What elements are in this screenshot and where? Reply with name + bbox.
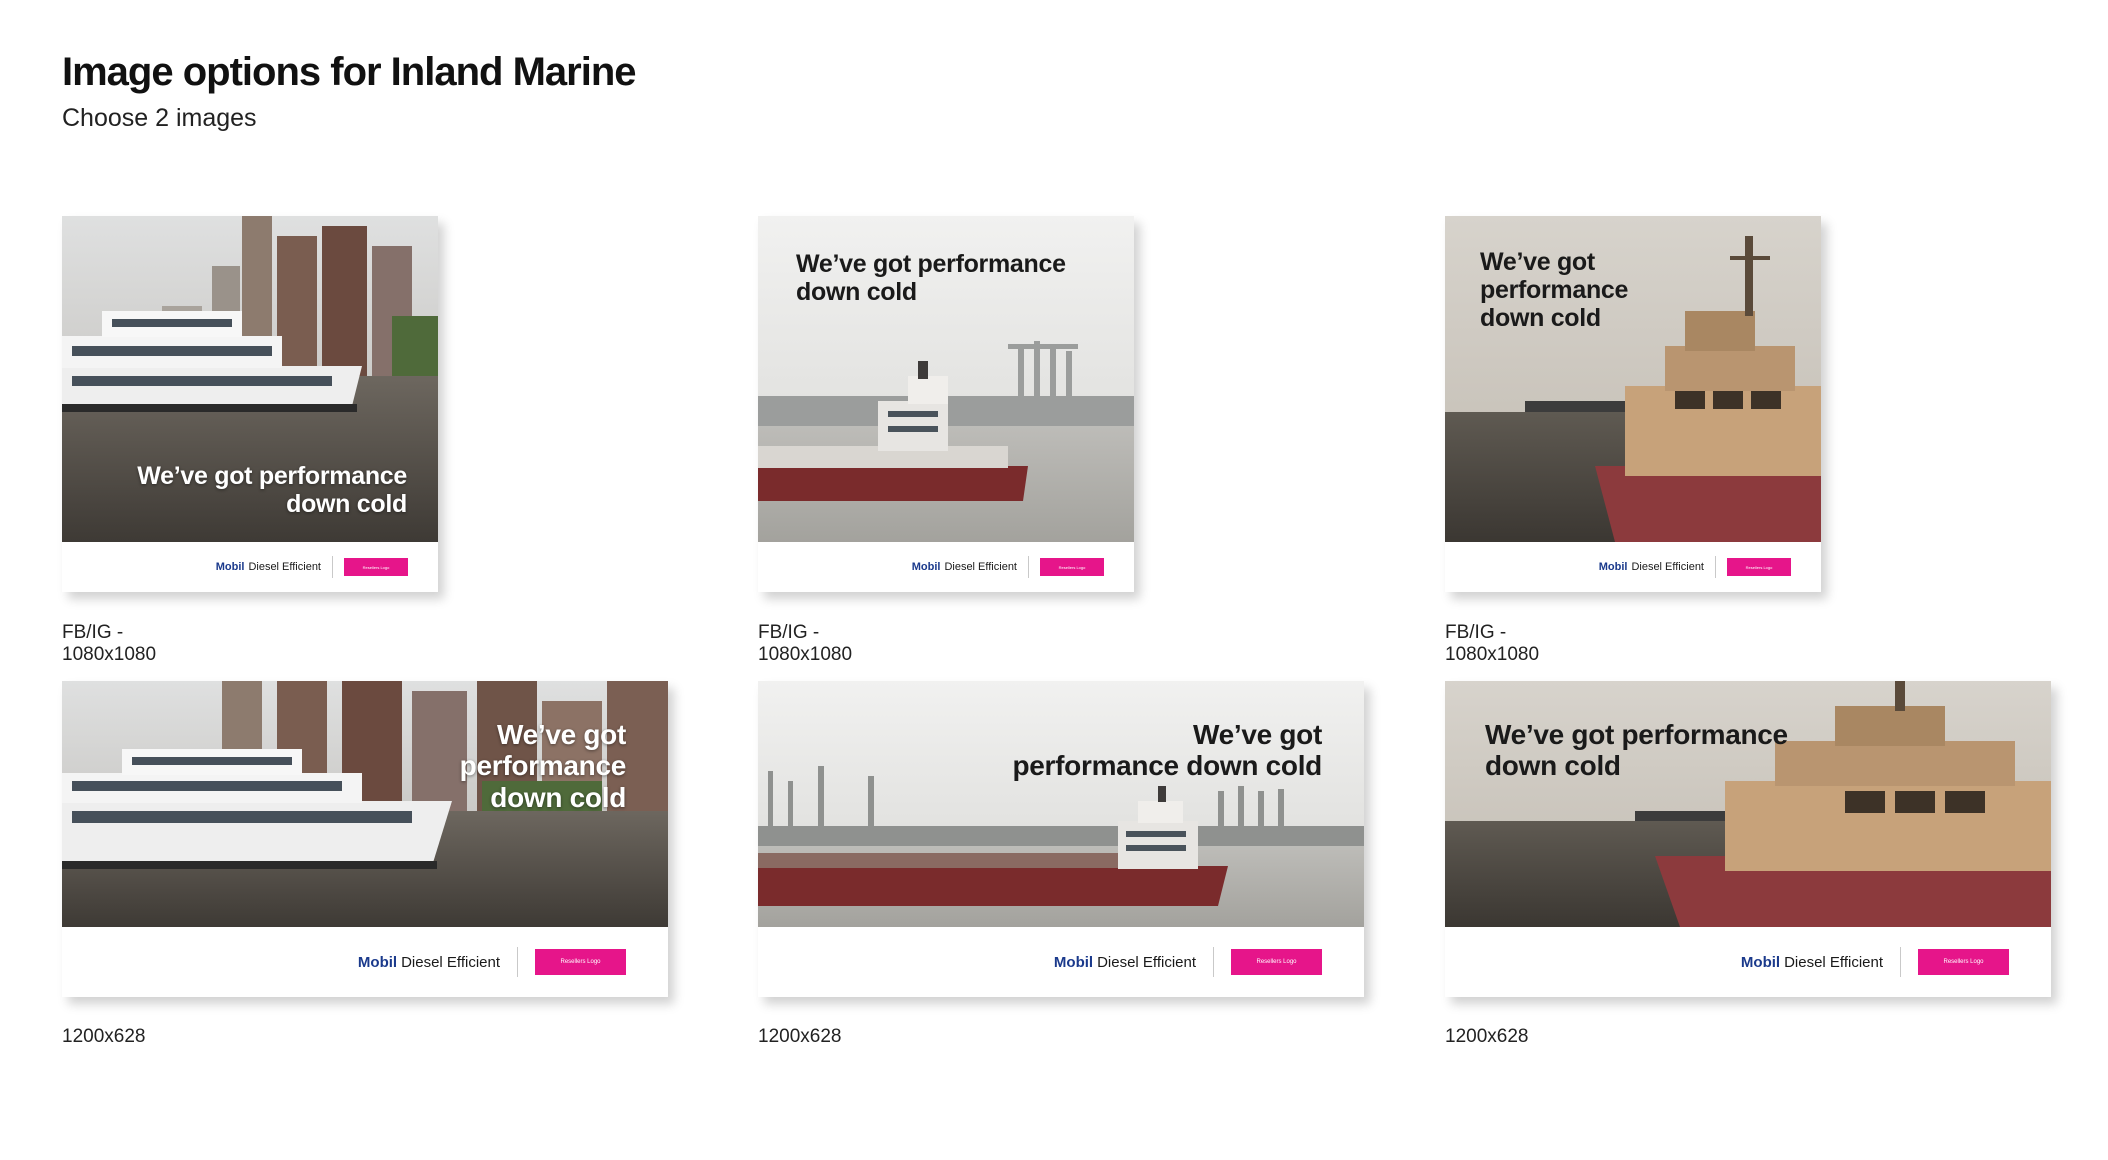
- ad-headline: We’ve got performance down cold: [1485, 719, 1788, 782]
- footer-divider: [332, 556, 333, 578]
- mobil-logo: Mobil Diesel Efficient: [215, 561, 321, 573]
- ad-headline: We’ve got performance down cold: [459, 719, 627, 813]
- footer-divider: [1900, 947, 1901, 977]
- mobil-logo: Mobil Diesel Efficient: [1740, 953, 1883, 971]
- image-size-caption: FB/IG - 1080x1080: [1445, 622, 1540, 665]
- mobil-logo: Mobil Diesel Efficient: [1598, 561, 1704, 573]
- footer-divider: [517, 947, 518, 977]
- ad-preview[interactable]: We’ve got performance down cold Mobil Die…: [758, 216, 1134, 592]
- image-size-caption: 1200x628: [1445, 1026, 1529, 1047]
- footer-divider: [1715, 556, 1716, 578]
- ad-headline: We’ve got performance down cold: [1012, 719, 1322, 782]
- ad-preview[interactable]: We’ve got performance down cold Mobil Die…: [758, 681, 1364, 997]
- footer-divider: [1028, 556, 1029, 578]
- ad-preview[interactable]: We’ve got performance down cold Mobil Die…: [62, 681, 668, 997]
- ad-preview[interactable]: We’ve got performance down cold Mobil Die…: [62, 216, 438, 592]
- tanker-icon: [758, 681, 1364, 927]
- resellers-logo: Resellers Logo: [1727, 558, 1791, 576]
- resellers-logo: Resellers Logo: [1231, 949, 1322, 975]
- ad-headline: We’ve got performance down cold: [796, 250, 1066, 306]
- page-title: Image options for Inland Marine: [62, 50, 636, 94]
- image-size-caption: 1200x628: [758, 1026, 842, 1047]
- mobil-logo: Mobil Diesel Efficient: [1053, 953, 1196, 971]
- resellers-logo: Resellers Logo: [344, 558, 408, 576]
- ad-preview[interactable]: We’ve got performance down cold Mobil Die…: [1445, 216, 1821, 592]
- ad-preview[interactable]: We’ve got performance down cold Mobil Die…: [1445, 681, 2051, 997]
- tugboat-icon: [1445, 681, 2051, 927]
- resellers-logo: Resellers Logo: [535, 949, 626, 975]
- mobil-logo: Mobil Diesel Efficient: [911, 561, 1017, 573]
- resellers-logo: Resellers Logo: [1040, 558, 1104, 576]
- ad-headline: We’ve got performance down cold: [1480, 248, 1629, 332]
- mobil-logo: Mobil Diesel Efficient: [357, 953, 500, 971]
- ad-footer: Mobil Diesel Efficient Resellers Logo: [758, 927, 1364, 997]
- page-subtitle: Choose 2 images: [62, 104, 257, 132]
- image-size-caption: FB/IG - 1080x1080: [62, 622, 157, 665]
- resellers-logo: Resellers Logo: [1918, 949, 2009, 975]
- image-size-caption: FB/IG - 1080x1080: [758, 622, 853, 665]
- ad-footer: Mobil Diesel Efficient Resellers Logo: [1445, 542, 1821, 592]
- ad-footer: Mobil Diesel Efficient Resellers Logo: [62, 542, 438, 592]
- ad-footer: Mobil Diesel Efficient Resellers Logo: [1445, 927, 2051, 997]
- ad-headline: We’ve got performance down cold: [137, 462, 407, 518]
- footer-divider: [1213, 947, 1214, 977]
- image-size-caption: 1200x628: [62, 1026, 146, 1047]
- ad-footer: Mobil Diesel Efficient Resellers Logo: [62, 927, 668, 997]
- ad-footer: Mobil Diesel Efficient Resellers Logo: [758, 542, 1134, 592]
